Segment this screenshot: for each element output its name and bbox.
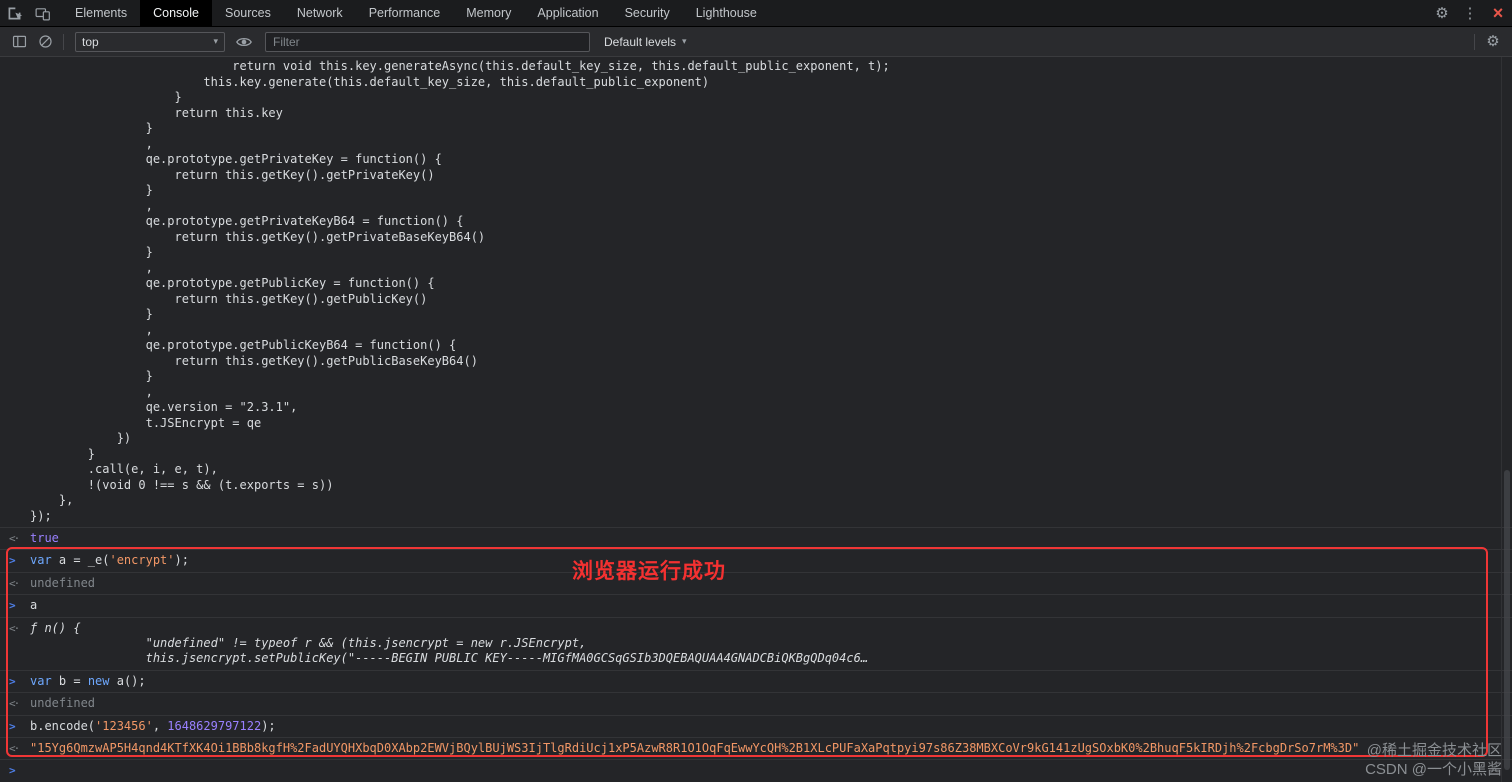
- result-function-preview: ƒ n() { "undefined" != typeof r && (this…: [30, 620, 869, 666]
- gear-glyph: ⚙: [1486, 33, 1500, 50]
- close-glyph: ×: [1492, 3, 1504, 23]
- log-levels-label: Default levels: [604, 34, 677, 49]
- tab-sources[interactable]: Sources: [212, 0, 284, 26]
- dots-glyph: ⋮: [1462, 4, 1478, 22]
- device-toolbar-icon[interactable]: [28, 0, 56, 26]
- devtools-tabbar: Elements Console Sources Network Perform…: [0, 0, 1512, 27]
- annotation-region: 浏览器运行成功 > var a = _e('encrypt'); <· unde…: [0, 547, 1512, 759]
- scrollbar-thumb[interactable]: [1504, 470, 1510, 770]
- watermark-line2: CSDN @一个小黑酱: [1365, 761, 1502, 778]
- command-var-a: var a = _e('encrypt');: [30, 553, 189, 568]
- console-sidebar-icon[interactable]: [6, 29, 32, 55]
- console-toolbar: top ▾ Default levels ▾ ⚙: [0, 27, 1512, 57]
- tab-elements[interactable]: Elements: [62, 0, 140, 26]
- console-result-row: <· undefined: [0, 571, 1512, 594]
- output-arrow-icon: <·: [9, 532, 20, 545]
- console-settings-gear-icon[interactable]: ⚙: [1480, 29, 1506, 55]
- filter-input[interactable]: [265, 31, 590, 52]
- result-encrypted-string: "15Yg6QmzwAP5H4qnd4KTfXK4Oi1BBb8kgfH%2Fa…: [30, 741, 1360, 756]
- toolbar-separator: [1474, 33, 1475, 50]
- close-icon[interactable]: ×: [1484, 0, 1512, 26]
- chevron-down-icon: ▾: [682, 36, 687, 46]
- output-arrow-icon: <·: [9, 742, 20, 756]
- input-prompt-icon: >: [9, 599, 16, 613]
- toolbar-separator: [63, 33, 64, 50]
- annotation-text: 浏览器运行成功: [572, 560, 726, 584]
- panel-tabs: Elements Console Sources Network Perform…: [62, 0, 770, 26]
- tab-memory[interactable]: Memory: [453, 0, 524, 26]
- tab-performance[interactable]: Performance: [356, 0, 454, 26]
- watermark-line1: @稀土掘金技术社区: [1366, 742, 1502, 759]
- input-prompt-icon: >: [9, 674, 16, 688]
- console-result-row: <· undefined: [0, 692, 1512, 714]
- tab-lighthouse[interactable]: Lighthouse: [683, 0, 770, 26]
- console-prompt-row[interactable]: >: [0, 759, 1512, 780]
- watermark: @稀土掘金技术社区 CSDN @一个小黑酱: [1365, 741, 1502, 779]
- result-undefined: undefined: [30, 575, 96, 590]
- inspect-icon[interactable]: [0, 0, 28, 26]
- output-arrow-icon: <·: [9, 576, 20, 590]
- context-selector-label: top: [82, 34, 99, 49]
- console-input-row: > var b = new a();: [0, 669, 1512, 692]
- command-var-b: var b = new a();: [30, 673, 146, 688]
- console-result-row: <· true: [0, 527, 1512, 549]
- chevron-down-icon: ▾: [213, 36, 218, 46]
- result-undefined: undefined: [30, 696, 96, 711]
- tab-network[interactable]: Network: [284, 0, 356, 26]
- console-input-row: > var a = _e('encrypt');: [0, 549, 1512, 571]
- context-selector[interactable]: top ▾: [75, 31, 225, 52]
- input-prompt-icon: >: [9, 719, 16, 733]
- tab-console[interactable]: Console: [140, 0, 212, 26]
- eye-icon[interactable]: [231, 29, 257, 55]
- input-prompt-icon: >: [9, 554, 16, 568]
- console-function-result-row[interactable]: <· ƒ n() { "undefined" != typeof r && (t…: [0, 616, 1512, 670]
- console-result-row: <· "15Yg6QmzwAP5H4qnd4KTfXK4Oi1BBb8kgfH%…: [0, 737, 1512, 759]
- output-arrow-icon: <·: [9, 621, 20, 635]
- tab-application[interactable]: Application: [524, 0, 611, 26]
- tab-security[interactable]: Security: [612, 0, 683, 26]
- console-input-row: > b.encode('123456', 1648629797122);: [0, 714, 1512, 737]
- input-prompt-icon: >: [9, 764, 16, 778]
- clear-console-icon[interactable]: [32, 29, 58, 55]
- console-input-row: > a: [0, 594, 1512, 616]
- console-output-area: return void this.key.generateAsync(this.…: [0, 57, 1512, 782]
- tabbar-spacer: [770, 0, 1428, 26]
- more-options-icon[interactable]: ⋮: [1456, 0, 1484, 26]
- command-a: a: [30, 598, 38, 613]
- devtools-window: Elements Console Sources Network Perform…: [0, 0, 1512, 782]
- command-encode: b.encode('123456', 1648629797122);: [30, 718, 276, 733]
- output-arrow-icon: <·: [9, 697, 20, 711]
- settings-gear-icon[interactable]: ⚙: [1428, 0, 1456, 26]
- gear-glyph: ⚙: [1435, 4, 1449, 22]
- console-code-output: return void this.key.generateAsync(this.…: [30, 59, 890, 523]
- result-true: true: [30, 531, 59, 545]
- log-levels-dropdown[interactable]: Default levels ▾: [598, 35, 693, 49]
- vertical-scrollbar[interactable]: [1501, 57, 1512, 782]
